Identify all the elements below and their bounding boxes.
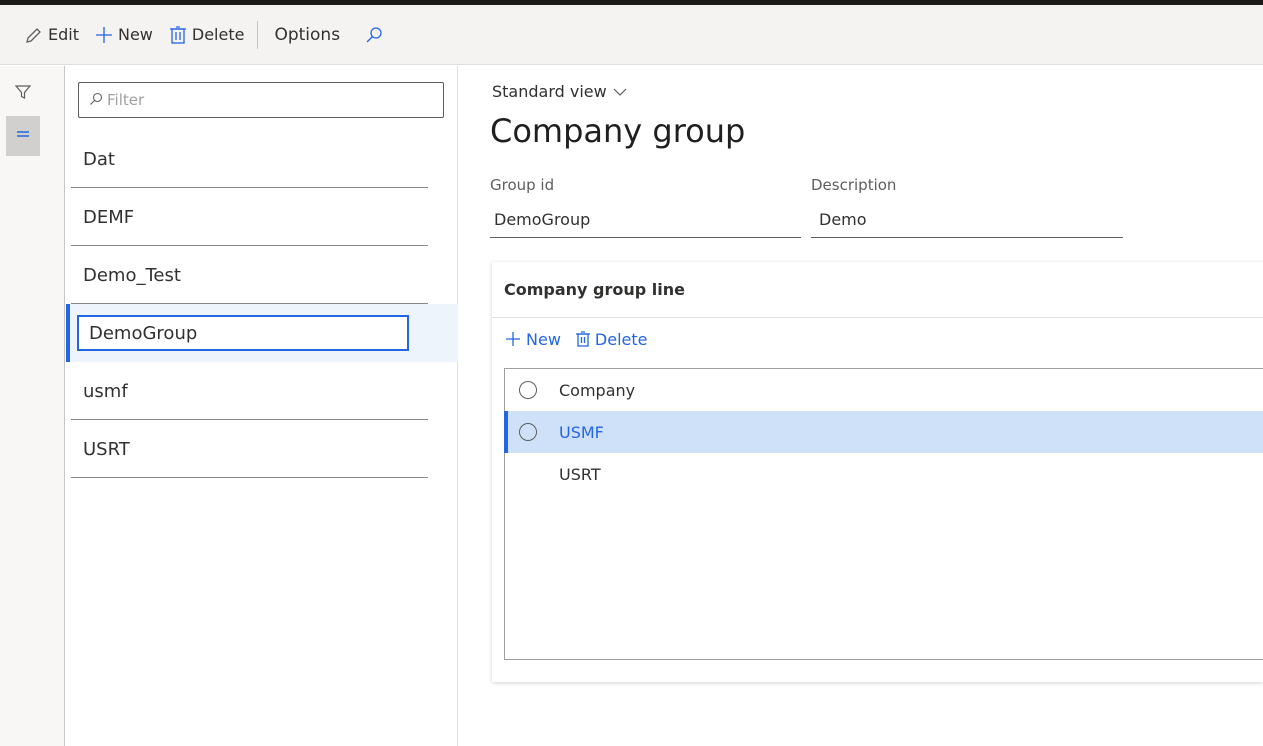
list-item[interactable]: usmf [66, 362, 458, 420]
grid-new-label: New [526, 329, 561, 349]
list-item-label: Dat [83, 148, 115, 170]
selection-indicator [66, 304, 70, 362]
options-button[interactable]: Options [264, 15, 350, 55]
company-grid: Company USMF USRT [504, 368, 1263, 660]
group-id-field: Group id DemoGroup [490, 176, 801, 238]
detail-pane: Standard view Company group Group id Dem… [459, 66, 1263, 746]
page-title: Company group [490, 112, 746, 150]
description-input[interactable]: Demo [811, 202, 1123, 238]
grid-toolbar: New Delete [492, 318, 1263, 360]
description-field: Description Demo [811, 176, 1123, 238]
list-icon [15, 126, 31, 146]
new-label: New [117, 25, 153, 44]
grid-delete-label: Delete [594, 329, 648, 349]
list-item[interactable]: DEMF [66, 188, 458, 246]
record-list: Dat DEMF Demo_Test DemoGroup usmf USRT [66, 130, 458, 478]
list-item-label: usmf [83, 380, 128, 402]
description-label: Description [811, 176, 897, 194]
group-id-label: Group id [490, 176, 555, 194]
options-label: Options [274, 24, 341, 45]
delete-button[interactable]: Delete [160, 15, 252, 55]
group-id-input[interactable]: DemoGroup [490, 202, 801, 238]
table-row-selected[interactable]: USMF [504, 411, 1263, 453]
select-all-radio[interactable] [519, 381, 537, 399]
trash-icon [575, 330, 591, 348]
column-header-company[interactable]: Company [559, 381, 635, 400]
toolbar-divider [257, 20, 259, 49]
section-title[interactable]: Company group line [492, 262, 1263, 318]
view-selector[interactable]: Standard view [492, 82, 627, 101]
pencil-icon [23, 24, 45, 46]
funnel-icon [14, 84, 32, 104]
plus-icon [504, 330, 522, 348]
grid-header-row: Company [505, 369, 1263, 411]
list-item[interactable]: USRT [66, 420, 458, 478]
list-item[interactable]: Dat [66, 130, 458, 188]
list-view-button[interactable] [6, 116, 40, 156]
company-group-line-section: Company group line New Delete Company US… [492, 262, 1263, 682]
filter-box[interactable] [78, 82, 444, 118]
edit-label: Edit [48, 25, 79, 44]
new-button[interactable]: New [86, 15, 160, 55]
chevron-down-icon [613, 87, 627, 97]
delete-label: Delete [191, 25, 245, 44]
grid-delete-button[interactable]: Delete [575, 329, 648, 349]
filter-input[interactable] [107, 91, 427, 109]
edit-button[interactable]: Edit [16, 15, 86, 55]
company-cell[interactable]: USRT [559, 465, 601, 484]
company-cell[interactable]: USMF [559, 423, 604, 442]
row-selection-indicator [504, 411, 508, 453]
plus-icon [93, 24, 115, 46]
table-row[interactable]: USRT [505, 453, 1263, 495]
action-pane: Edit New Delete Options [0, 5, 1263, 65]
list-item-label: DEMF [83, 206, 135, 228]
view-selector-label: Standard view [492, 82, 607, 101]
list-item-selected[interactable]: DemoGroup [66, 304, 458, 362]
list-item-label: Demo_Test [83, 264, 181, 286]
filter-pane-button[interactable] [6, 74, 40, 114]
search-icon[interactable] [362, 23, 386, 47]
row-select-radio[interactable] [519, 423, 537, 441]
grid-new-button[interactable]: New [504, 330, 561, 349]
record-list-panel: Dat DEMF Demo_Test DemoGroup usmf USRT [66, 66, 458, 746]
list-item-label[interactable]: DemoGroup [77, 315, 409, 351]
list-item[interactable]: Demo_Test [66, 246, 458, 304]
list-item-label: USRT [83, 438, 130, 460]
trash-icon [167, 24, 189, 46]
search-icon [89, 91, 103, 110]
left-rail [0, 66, 65, 746]
